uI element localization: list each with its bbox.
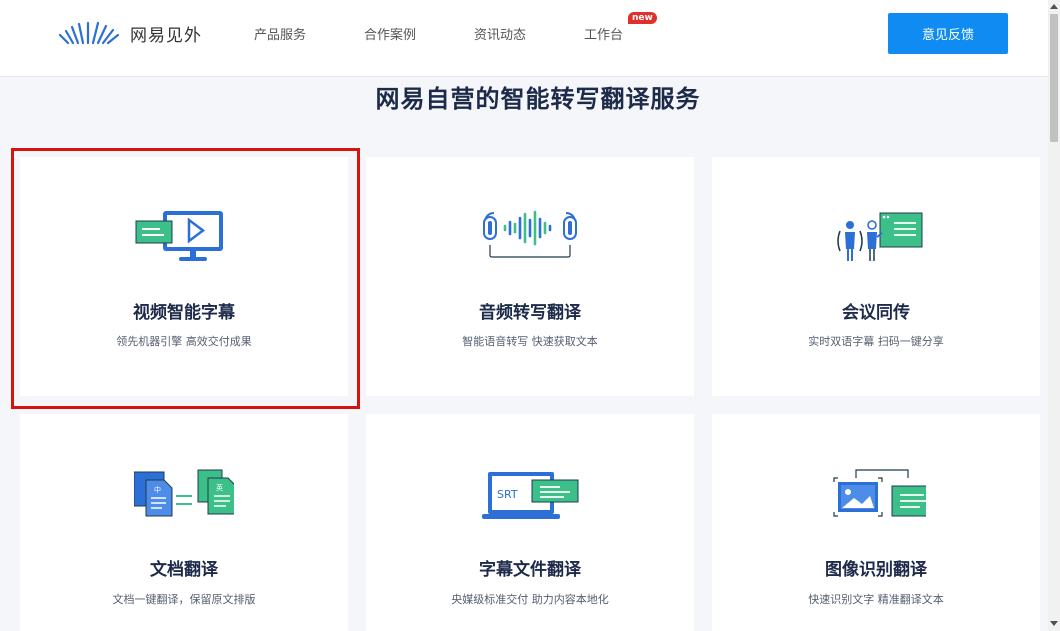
new-badge: new <box>628 12 657 24</box>
card-meeting-interpretation[interactable]: 会议同传 实时双语字幕 扫码一键分享 <box>712 157 1040 396</box>
logo[interactable]: 网易见外 <box>58 18 202 48</box>
card-subtitle: 央媒级标准交付 助力内容本地化 <box>451 593 609 606</box>
laptop-srt-icon: SRT <box>482 472 579 519</box>
card-audio-transcription[interactable]: 音频转写翻译 智能语音转写 快速获取文本 <box>366 157 694 396</box>
doc-label-zh: 中 <box>154 485 161 494</box>
card-title: 音频转写翻译 <box>479 303 581 323</box>
top-navbar: 网易见外 产品服务 合作案例 资讯动态 工作台 new 意见反馈 <box>0 0 1048 77</box>
feedback-button[interactable]: 意见反馈 <box>888 13 1008 54</box>
scroll-up-arrow-icon[interactable] <box>1050 4 1058 9</box>
card-subtitle-file-translation[interactable]: SRT 字幕文件翻译 央媒级标准交付 助力内容本地化 <box>366 414 694 631</box>
meeting-people-icon <box>837 212 923 261</box>
card-title: 会议同传 <box>842 303 910 323</box>
nav-item-news[interactable]: 资讯动态 <box>474 24 526 43</box>
card-subtitle: 快速识别文字 精准翻译文本 <box>808 593 944 606</box>
doc-label-en: 英 <box>216 483 223 492</box>
card-title: 文档翻译 <box>150 560 218 580</box>
section-title: 网易自营的智能转写翻译服务 <box>375 85 701 113</box>
headphones-waveform-icon <box>483 210 577 258</box>
card-title: 图像识别翻译 <box>825 560 927 580</box>
card-title: 字幕文件翻译 <box>479 560 581 580</box>
nav-item-cases[interactable]: 合作案例 <box>364 24 416 43</box>
card-subtitle: 智能语音转写 快速获取文本 <box>462 335 598 348</box>
card-subtitle: 实时双语字幕 扫码一键分享 <box>808 335 944 348</box>
card-subtitle: 文档一键翻译，保留原文排版 <box>112 593 256 606</box>
logo-mark-icon <box>58 21 120 45</box>
image-recognition-icon <box>833 469 926 517</box>
scroll-down-arrow-icon[interactable] <box>1050 621 1058 626</box>
logo-text: 网易见外 <box>130 25 202 46</box>
vertical-scrollbar[interactable] <box>1048 0 1060 631</box>
nav-item-products[interactable]: 产品服务 <box>254 24 306 43</box>
scrollbar-thumb[interactable] <box>1050 14 1058 142</box>
card-image-recognition-translation[interactable]: 图像识别翻译 快速识别文字 精准翻译文本 <box>712 414 1040 631</box>
srt-label: SRT <box>497 488 518 501</box>
document-translate-icon: 中 英 <box>134 469 234 517</box>
card-document-translation[interactable]: 中 英 文档翻译 文档一键翻译，保留原文排版 <box>20 414 348 631</box>
highlight-box <box>11 148 360 409</box>
nav-item-workbench[interactable]: 工作台 <box>584 24 623 43</box>
